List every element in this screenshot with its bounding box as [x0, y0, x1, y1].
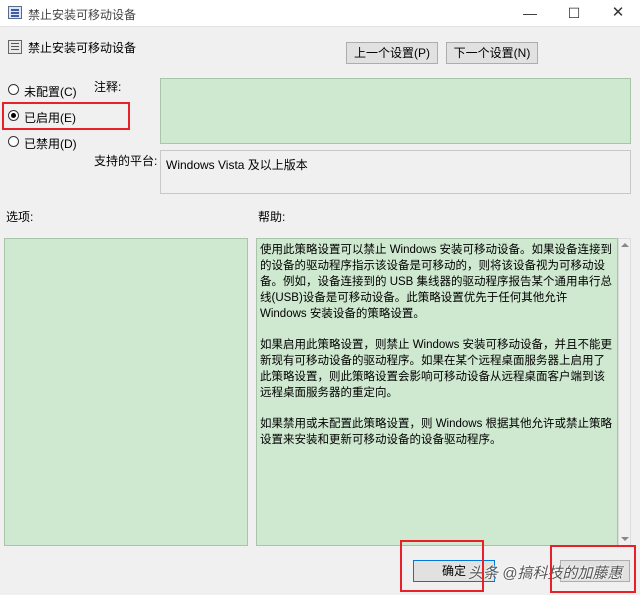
help-scrollbar[interactable] [618, 238, 631, 546]
app-icon [8, 6, 22, 19]
radio-not-configured-circle[interactable] [8, 84, 19, 95]
highlight-box-enabled [2, 102, 130, 130]
scroll-up-icon[interactable] [621, 243, 629, 247]
title-bar: 禁止安装可移动设备 — ☐ ✕ [0, 0, 640, 27]
help-label: 帮助: [258, 210, 286, 224]
radio-not-configured-label: 未配置(C) [24, 85, 77, 99]
options-pane [4, 238, 248, 546]
window-title: 禁止安装可移动设备 [28, 8, 137, 22]
platform-value: Windows Vista 及以上版本 [160, 150, 631, 194]
help-paragraph: 如果禁用或未配置此策略设置，则 Windows 根据其他允许或禁止策略设置来安装… [260, 418, 613, 446]
comment-label: 注释: [94, 80, 122, 94]
help-paragraph: 如果启用此策略设置，则禁止 Windows 安装可移动设备，并且不能更新现有可移… [260, 339, 613, 399]
radio-disabled-circle[interactable] [8, 136, 19, 147]
previous-setting-button[interactable]: 上一个设置(P) [346, 42, 438, 64]
options-label: 选项: [6, 210, 34, 224]
comment-textarea[interactable] [160, 78, 631, 144]
policy-name: 禁止安装可移动设备 [28, 41, 137, 55]
highlight-box-ok [400, 540, 484, 592]
highlight-box-cancel [550, 545, 636, 593]
maximize-button[interactable]: ☐ [552, 0, 596, 26]
minimize-button[interactable]: — [508, 0, 552, 26]
close-button[interactable]: ✕ [596, 0, 640, 26]
next-setting-button[interactable]: 下一个设置(N) [446, 42, 538, 64]
policy-icon [8, 40, 22, 54]
scroll-down-icon[interactable] [621, 537, 629, 541]
help-pane: 使用此策略设置可以禁止 Windows 安装可移动设备。如果设备连接到的设备的驱… [256, 238, 618, 546]
help-paragraph: 使用此策略设置可以禁止 Windows 安装可移动设备。如果设备连接到的设备的驱… [260, 244, 613, 320]
radio-disabled-label: 已禁用(D) [24, 137, 77, 151]
platform-label: 支持的平台: [94, 154, 158, 168]
